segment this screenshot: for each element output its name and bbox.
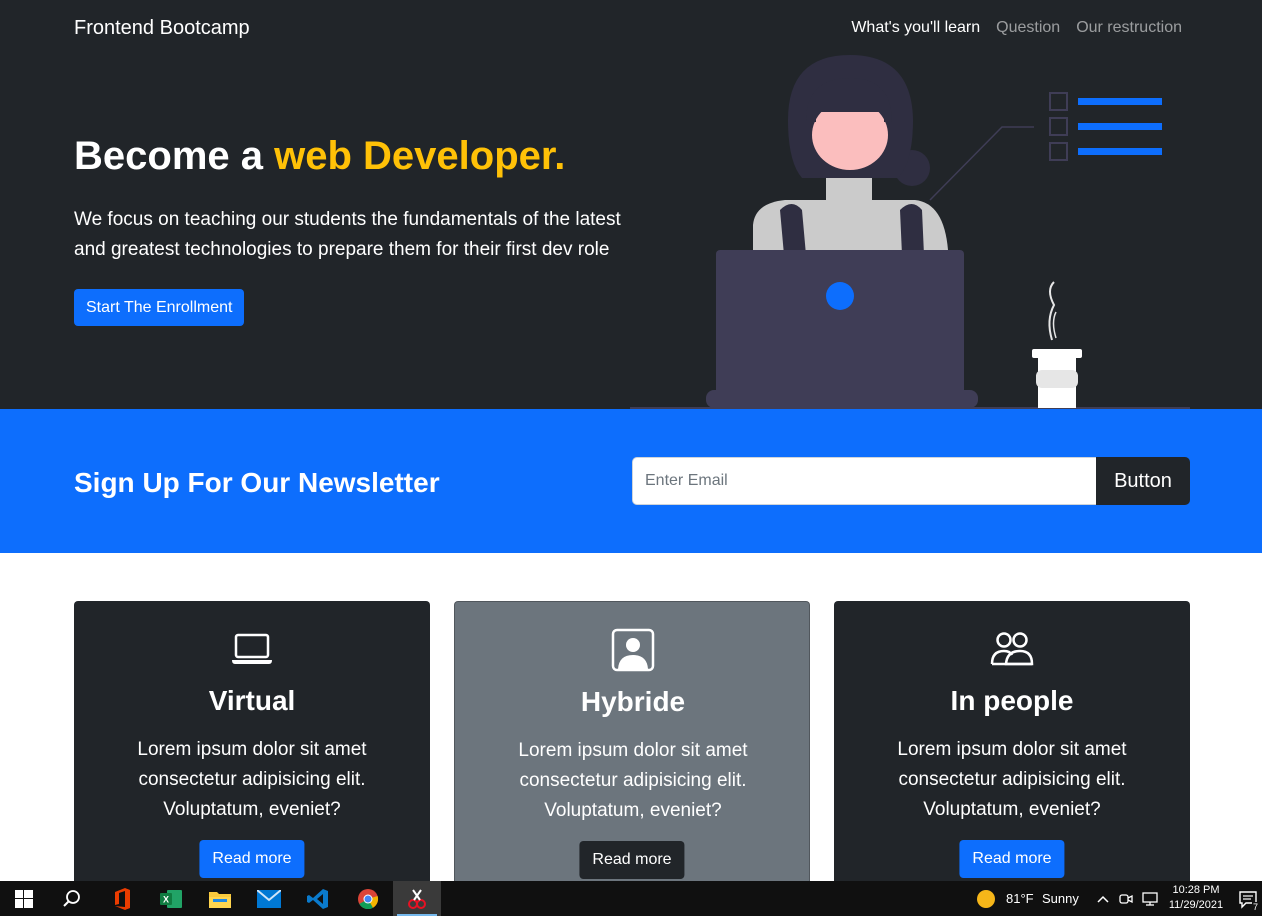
hero-title-prefix: Become a [74,134,275,178]
meet-now-icon[interactable] [1117,881,1135,916]
developer-illustration [630,55,1190,409]
windows-start-icon[interactable] [0,881,48,916]
people-icon [990,632,1034,666]
chevron-up-icon[interactable] [1094,881,1112,916]
person-square-icon [611,628,655,672]
hero-title: Become a web Developer. [74,134,565,179]
coffee-cup-graphic [1032,281,1082,408]
card-text: Lorem ipsum dolor sit amet consectetur a… [137,739,367,820]
file-explorer-icon[interactable] [196,881,244,916]
notification-count: 7 [1251,902,1259,912]
card-virtual: Virtual Lorem ipsum dolor sit amet conse… [74,601,430,891]
card-title: Virtual [208,685,296,716]
svg-text:X: X [163,894,169,904]
nav-link-restruction[interactable]: Our restruction [1076,19,1182,37]
weather-temperature[interactable]: 81°F [1006,881,1034,916]
card-text: Lorem ipsum dolor sit amet consectetur a… [518,740,748,821]
vscode-icon[interactable] [294,881,342,916]
notification-icon[interactable]: 7 [1236,881,1260,916]
hero-section: Frontend Bootcamp What's you'll learn Qu… [0,0,1262,409]
card-in-people: In people Lorem ipsum dolor sit amet con… [834,601,1190,891]
person-figure [753,55,948,265]
start-enrollment-button[interactable]: Start The Enrollment [74,289,245,326]
system-clock[interactable]: 10:28 PM 11/29/2021 [1162,883,1230,913]
newsletter-submit-button[interactable]: Button [1096,457,1190,505]
newsletter-section: Sign Up For Our Newsletter Button [0,409,1262,553]
mail-icon[interactable] [245,881,293,916]
windows-taskbar: X 81°F Sunny 10:28 PM 11/29/2021 7 [0,881,1262,916]
checklist-graphic [929,92,1162,201]
nav-link-learn[interactable]: What's you'll learn [851,19,980,37]
clock-time: 10:28 PM [1172,884,1220,896]
clock-date: 11/29/2021 [1168,899,1224,911]
read-more-button[interactable]: Read more [199,840,305,878]
card-text: Lorem ipsum dolor sit amet consectetur a… [897,739,1127,820]
read-more-button[interactable]: Read more [579,841,685,879]
hero-description: We focus on teaching our students the fu… [74,209,621,260]
card-hybride: Hybride Lorem ipsum dolor sit amet conse… [454,601,810,891]
newsletter-title: Sign Up For Our Newsletter [74,467,440,498]
office-icon[interactable] [98,881,146,916]
hero-title-highlight: web Developer. [274,134,566,178]
laptop-icon [232,633,272,664]
snipping-tool-icon[interactable] [393,881,441,916]
weather-sun-icon [975,881,997,916]
weather-condition[interactable]: Sunny [1042,881,1079,916]
navbar-brand[interactable]: Frontend Bootcamp [74,17,250,40]
chrome-icon[interactable] [344,881,392,916]
email-input[interactable] [632,457,1097,505]
read-more-button[interactable]: Read more [959,840,1065,878]
search-icon[interactable] [48,881,96,916]
navbar-links: What's you'll learn Question Our restruc… [851,19,1182,37]
card-title: In people [950,685,1074,716]
network-icon[interactable] [1140,881,1160,916]
card-title: Hybride [580,686,686,717]
nav-link-question[interactable]: Question [996,19,1060,37]
excel-icon[interactable]: X [147,881,195,916]
laptop-graphic [706,250,978,408]
